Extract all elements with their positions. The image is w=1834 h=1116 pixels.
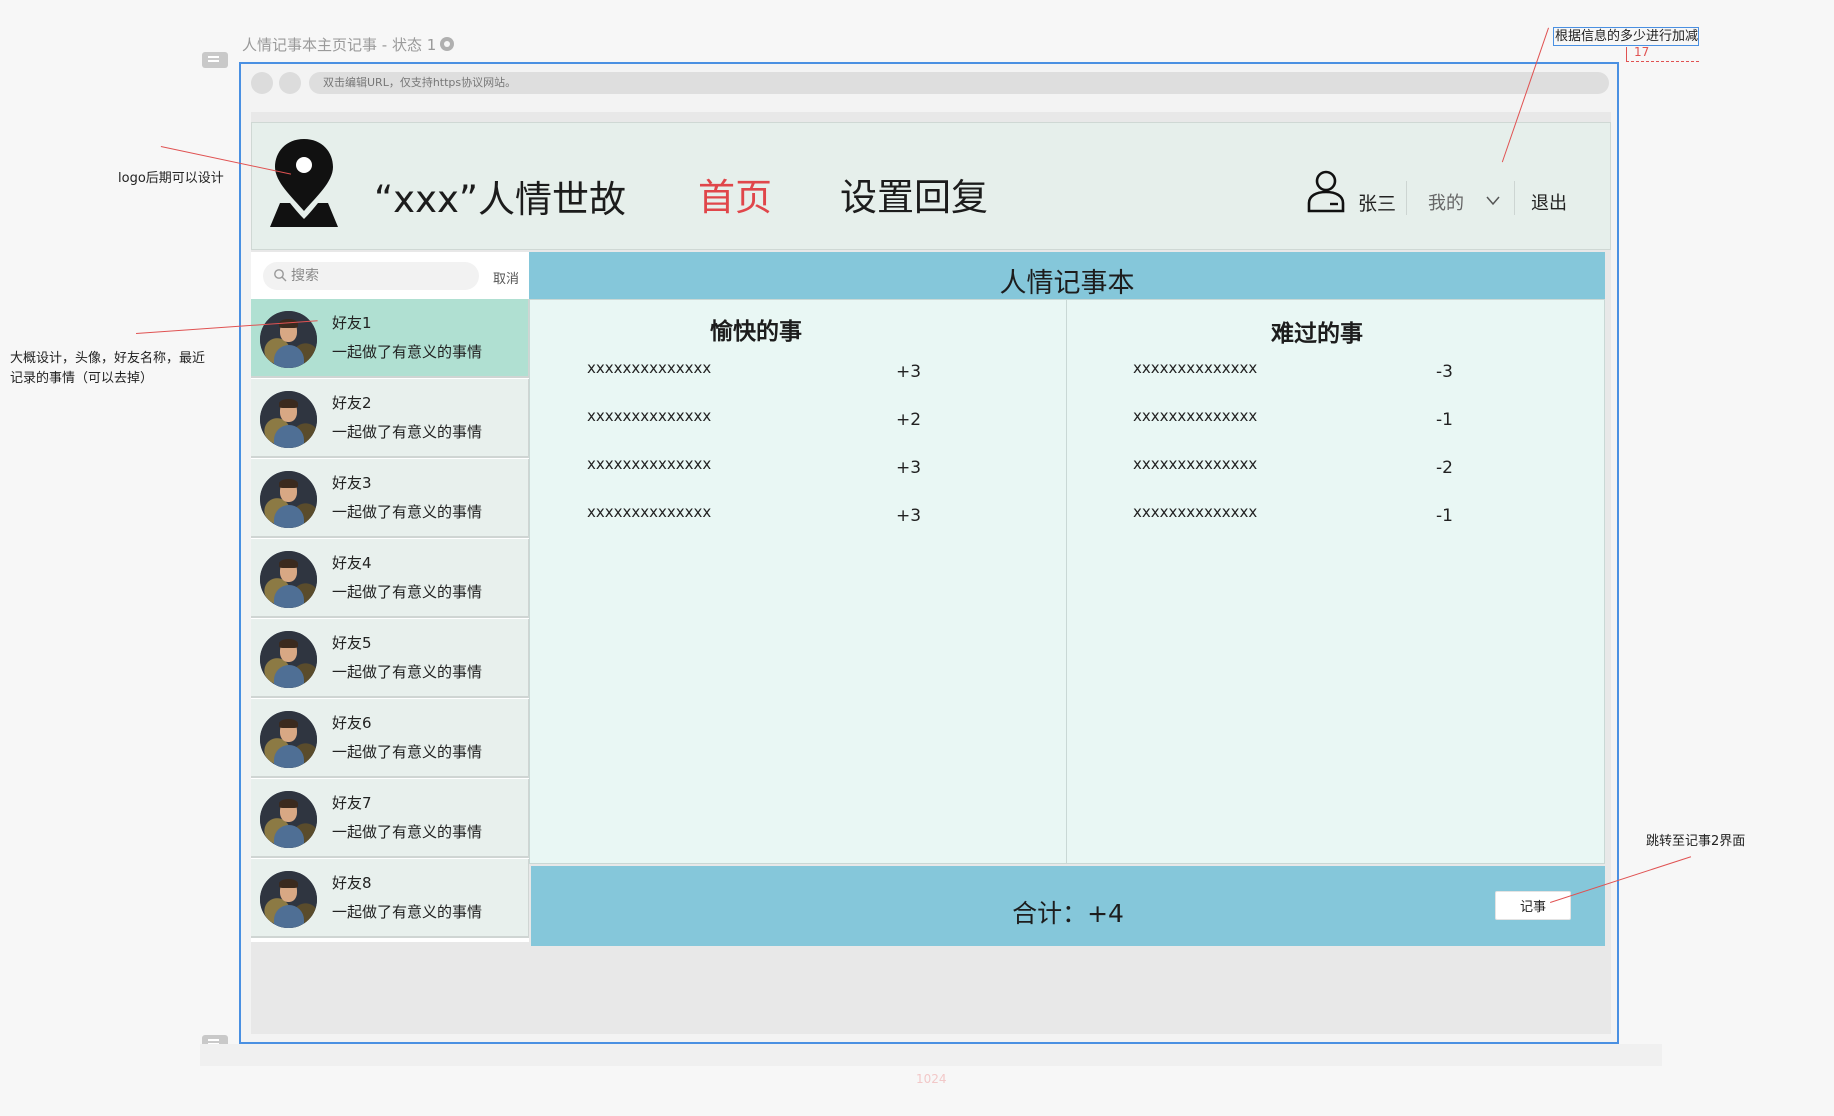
friend-recent-event: 一起做了有意义的事情 <box>332 743 483 761</box>
friend-recent-event: 一起做了有意义的事情 <box>332 423 483 441</box>
brand-title: “xxx”人情世故 <box>374 178 627 221</box>
friend-name: 好友4 <box>332 554 372 572</box>
friend-recent-event: 一起做了有意义的事情 <box>332 823 483 841</box>
nav-settings-reply-link[interactable]: 设置回复 <box>840 167 988 221</box>
notebook-title-bar: 人情记事本 <box>529 252 1605 299</box>
friend-list-item[interactable]: 好友1 一起做了有意义的事情 <box>251 299 529 378</box>
user-name[interactable]: 张三 <box>1358 189 1396 216</box>
logout-link[interactable]: 退出 <box>1531 189 1567 215</box>
header-divider <box>1514 181 1515 215</box>
friend-name: 好友5 <box>332 634 372 652</box>
sad-events-title: 难过的事 <box>1271 321 1363 347</box>
search-input[interactable] <box>291 262 471 290</box>
sad-event-score: -3 <box>1436 362 1453 382</box>
friends-sidebar: 取消 好友1 一起做了有意义的事情 好友2 一起做了有意义的事情 好友3 一起做… <box>251 252 529 942</box>
browser-back-dot[interactable] <box>251 72 273 94</box>
friend-name: 好友7 <box>332 794 372 812</box>
address-row: 双击编辑URL，仅支持https协议网站。 <box>251 70 1609 96</box>
friend-list-item[interactable]: 好友6 一起做了有意义的事情 <box>251 699 529 778</box>
sad-event-label: xxxxxxxxxxxxxx <box>1133 359 1258 377</box>
url-bar[interactable]: 双击编辑URL，仅支持https协议网站。 <box>309 72 1609 94</box>
nav-home-link[interactable]: 首页 <box>698 167 772 221</box>
friend-name: 好友8 <box>332 874 372 892</box>
sad-event-score: -2 <box>1436 458 1453 478</box>
total-score: 合计：+4 <box>1012 899 1124 928</box>
ruler-band <box>200 1044 1662 1066</box>
friend-list-item[interactable]: 好友8 一起做了有意义的事情 <box>251 859 529 938</box>
friend-recent-event: 一起做了有意义的事情 <box>332 903 483 921</box>
avatar <box>260 631 317 688</box>
my-menu-dropdown[interactable]: 我的 <box>1428 189 1464 215</box>
chevron-down-icon[interactable] <box>1486 193 1500 207</box>
happy-event-score: +3 <box>896 458 922 478</box>
happy-event-score: +2 <box>896 410 922 430</box>
top-annotation: 根据信息的多少进行加减 <box>1553 27 1699 46</box>
sad-event-score: -1 <box>1436 506 1453 526</box>
friend-name: 好友1 <box>332 314 372 332</box>
notebook-panel: 人情记事本 愉快的事 xxxxxxxxxxxxxx +3 xxxxxxxxxxx… <box>529 252 1605 946</box>
friend-recent-event: 一起做了有意义的事情 <box>332 663 483 681</box>
cancel-search-button[interactable]: 取消 <box>493 268 519 287</box>
dimension-tick <box>1626 47 1627 61</box>
friend-list-item[interactable]: 好友2 一起做了有意义的事情 <box>251 379 529 458</box>
avatar <box>260 551 317 608</box>
dimension-value: 17 <box>1634 45 1650 59</box>
total-bar: 合计：+4 记事 <box>531 866 1605 946</box>
gear-icon[interactable] <box>440 37 454 51</box>
friend-list-item[interactable]: 好友4 一起做了有意义的事情 <box>251 539 529 618</box>
column-divider <box>1066 300 1067 863</box>
friend-list-item[interactable]: 好友7 一起做了有意义的事情 <box>251 779 529 858</box>
browser-frame: 双击编辑URL，仅支持https协议网站。 “xxx”人情世故 首页 设置回复 … <box>239 62 1619 1044</box>
browser-forward-dot[interactable] <box>279 72 301 94</box>
happy-events-title: 愉快的事 <box>710 319 802 345</box>
location-pin-logo-icon <box>270 139 338 227</box>
friend-name: 好友2 <box>332 394 372 412</box>
avatar <box>260 471 317 528</box>
friend-recent-event: 一起做了有意义的事情 <box>332 343 483 361</box>
record-event-button[interactable]: 记事 <box>1495 891 1571 920</box>
page-viewport: “xxx”人情世故 首页 设置回复 张三 我的 退出 搜索 取消 好友1 一起做… <box>251 112 1611 1034</box>
happy-event-label: xxxxxxxxxxxxxx <box>587 359 712 377</box>
avatar <box>260 391 317 448</box>
happy-event-label: xxxxxxxxxxxxxx <box>587 503 712 521</box>
list-annotation-line2: 记录的事情（可以去掉） <box>10 371 154 386</box>
happy-event-score: +3 <box>896 362 922 382</box>
happy-event-score: +3 <box>896 506 922 526</box>
search-row: 取消 <box>251 252 529 299</box>
friend-recent-event: 一起做了有意义的事情 <box>332 503 483 521</box>
logo-annotation: logo后期可以设计 <box>118 171 224 186</box>
user-icon[interactable] <box>1306 169 1346 213</box>
happy-event-label: xxxxxxxxxxxxxx <box>587 407 712 425</box>
page-state-label: 人情记事本主页记事 - 状态 1 <box>242 36 437 54</box>
avatar <box>260 711 317 768</box>
friend-recent-event: 一起做了有意义的事情 <box>332 583 483 601</box>
header-divider <box>1406 181 1407 215</box>
avatar <box>260 871 317 928</box>
notebook-title: 人情记事本 <box>999 268 1135 299</box>
search-box[interactable] <box>263 262 479 290</box>
ruler-width-value: 1024 <box>916 1072 947 1086</box>
sad-event-label: xxxxxxxxxxxxxx <box>1133 503 1258 521</box>
panel-marker-icon <box>202 52 228 68</box>
dimension-dashed-line <box>1626 61 1699 62</box>
list-annotation-line1: 大概设计，头像，好友名称，最近 <box>10 351 206 366</box>
sad-event-label: xxxxxxxxxxxxxx <box>1133 407 1258 425</box>
search-icon <box>274 269 287 282</box>
friend-name: 好友3 <box>332 474 372 492</box>
friend-name: 好友6 <box>332 714 372 732</box>
top-header: “xxx”人情世故 首页 设置回复 张三 我的 退出 <box>251 122 1611 250</box>
jump-annotation: 跳转至记事2界面 <box>1646 834 1746 849</box>
friend-list-item[interactable]: 好友5 一起做了有意义的事情 <box>251 619 529 698</box>
sad-event-score: -1 <box>1436 410 1453 430</box>
avatar <box>260 311 317 368</box>
sad-event-label: xxxxxxxxxxxxxx <box>1133 455 1258 473</box>
happy-event-label: xxxxxxxxxxxxxx <box>587 455 712 473</box>
events-columns: 愉快的事 xxxxxxxxxxxxxx +3 xxxxxxxxxxxxxx +2… <box>529 299 1605 864</box>
friend-list-item[interactable]: 好友3 一起做了有意义的事情 <box>251 459 529 538</box>
avatar <box>260 791 317 848</box>
